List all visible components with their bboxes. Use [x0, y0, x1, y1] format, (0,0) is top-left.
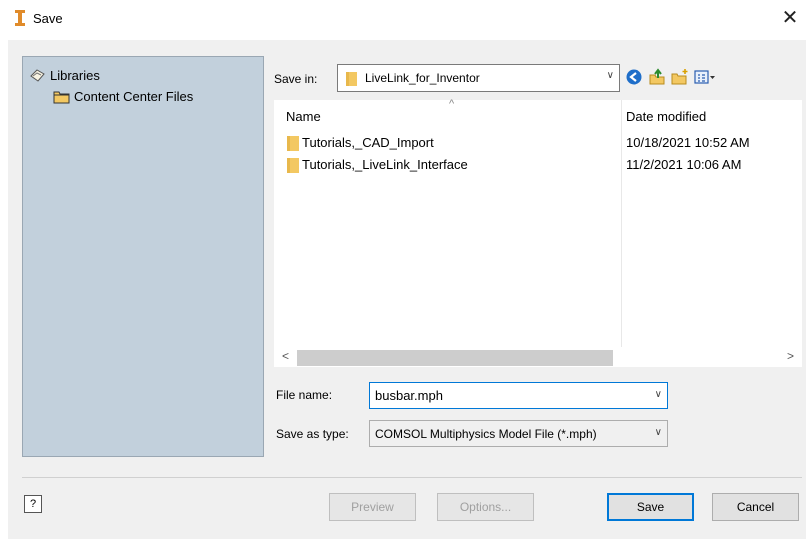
help-icon[interactable]: ? [24, 495, 42, 513]
save-in-label: Save in: [274, 72, 318, 86]
options-button[interactable]: Options... [437, 493, 534, 521]
chevron-left-icon[interactable]: < [282, 349, 289, 363]
column-header-name[interactable]: Name [286, 109, 321, 124]
libraries-icon [30, 68, 45, 82]
place-item-content-center-files[interactable]: Content Center Files [53, 87, 193, 105]
chevron-down-icon: ∨ [654, 427, 662, 438]
folder-icon [287, 158, 299, 173]
file-name-field[interactable]: ∨ [369, 382, 668, 409]
chevron-down-icon: ∨ [606, 70, 614, 81]
file-name-label: File name: [276, 388, 333, 402]
save-in-value: LiveLink_for_Inventor [365, 71, 480, 85]
place-item-label: Libraries [50, 67, 100, 83]
date-modified-cell: 11/2/2021 10:06 AM [626, 157, 742, 172]
close-button[interactable]: ✕ [778, 6, 802, 30]
column-header-date-modified[interactable]: Date modified [626, 109, 706, 124]
new-folder-icon[interactable] [671, 68, 689, 86]
date-modified-cell: 10/18/2021 10:52 AM [626, 135, 750, 150]
cancel-button[interactable]: Cancel [712, 493, 799, 521]
sort-ascending-icon: ^ [449, 98, 455, 110]
folder-icon [287, 136, 299, 151]
save-in-dropdown[interactable]: LiveLink_for_Inventor ∨ [337, 64, 620, 92]
up-folder-icon[interactable] [648, 68, 666, 86]
save-as-type-label: Save as type: [276, 427, 349, 441]
places-pane: Libraries Content Center Files [22, 56, 264, 457]
chevron-right-icon[interactable]: > [787, 349, 794, 363]
back-icon[interactable] [625, 68, 643, 86]
list-item[interactable]: Tutorials,_CAD_Import 10/18/2021 10:52 A… [274, 132, 802, 154]
preview-button[interactable]: Preview [329, 493, 416, 521]
inventor-app-icon [15, 10, 25, 26]
save-as-type-dropdown[interactable]: COMSOL Multiphysics Model File (*.mph) ∨ [369, 420, 668, 447]
save-as-type-value: COMSOL Multiphysics Model File (*.mph) [375, 427, 597, 441]
file-name-cell: Tutorials,_CAD_Import [302, 135, 434, 150]
horizontal-scrollbar[interactable]: < > [274, 347, 802, 367]
divider [22, 477, 802, 478]
window-title: Save [33, 11, 63, 26]
place-item-libraries[interactable]: Libraries [29, 66, 100, 84]
scrollbar-thumb[interactable] [297, 350, 613, 366]
save-dialog: Libraries Content Center Files Save in: … [8, 40, 806, 539]
title-bar: Save ✕ [0, 0, 806, 40]
view-menu-icon[interactable] [694, 68, 716, 86]
folder-icon [53, 91, 70, 103]
file-list[interactable]: ^ Name Date modified Tutorials,_CAD_Impo… [274, 98, 802, 367]
save-button[interactable]: Save [607, 493, 694, 521]
file-name-cell: Tutorials,_LiveLink_Interface [302, 157, 468, 172]
list-item[interactable]: Tutorials,_LiveLink_Interface 11/2/2021 … [274, 154, 802, 176]
chevron-down-icon[interactable]: ∨ [655, 389, 662, 400]
place-item-label: Content Center Files [74, 88, 194, 104]
folder-icon [346, 72, 357, 86]
file-name-input[interactable] [375, 388, 635, 403]
